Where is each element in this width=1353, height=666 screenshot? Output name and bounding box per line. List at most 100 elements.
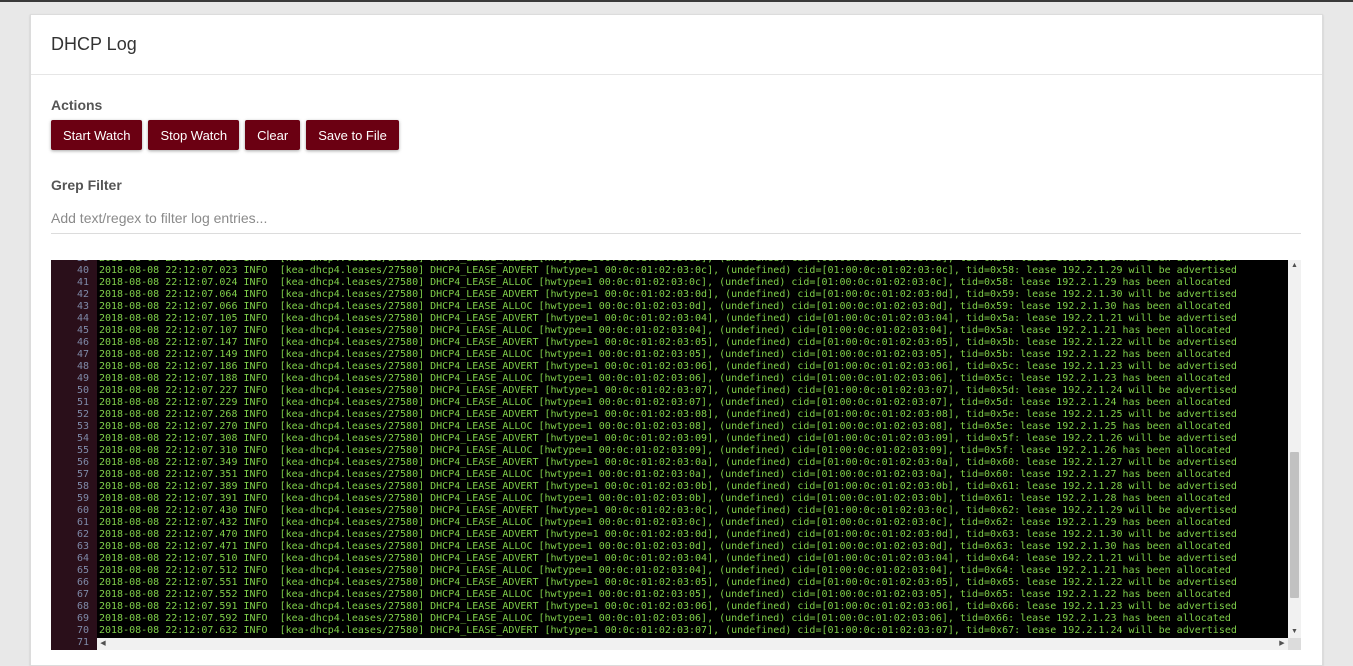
log-entry-text: 2018-08-08 22:12:07.349 INFO [kea-dhcp4.… [99, 457, 1237, 468]
log-entry-text: 2018-08-08 22:12:07.432 INFO [kea-dhcp4.… [99, 517, 1231, 528]
scrollbar-corner [1288, 638, 1301, 650]
log-entry-text: 2018-08-08 22:12:07.268 INFO [kea-dhcp4.… [99, 409, 1237, 420]
line-number: 65 [76, 565, 89, 576]
log-line: 58 2018-08-08 22:12:07.389 INFO [kea-dhcp… [51, 481, 1288, 493]
log-line: 63 2018-08-08 22:12:07.471 INFO [kea-dhcp… [51, 541, 1288, 553]
log-line: 48 2018-08-08 22:12:07.186 INFO [kea-dhcp… [51, 361, 1288, 373]
log-line: 61 2018-08-08 22:12:07.432 INFO [kea-dhcp… [51, 517, 1288, 529]
log-line: 54 2018-08-08 22:12:07.308 INFO [kea-dhcp… [51, 433, 1288, 445]
log-entry-text: 2018-08-08 22:12:07.105 INFO [kea-dhcp4.… [99, 313, 1237, 324]
line-number: 52 [76, 409, 89, 420]
log-line: 66 2018-08-08 22:12:07.551 INFO [kea-dhcp… [51, 577, 1288, 589]
log-line: 69 2018-08-08 22:12:07.592 INFO [kea-dhcp… [51, 613, 1288, 625]
line-number: 63 [76, 541, 89, 552]
line-number: 64 [76, 553, 89, 564]
line-number: 60 [76, 505, 89, 516]
log-entry-text: 2018-08-08 22:12:07.227 INFO [kea-dhcp4.… [99, 385, 1237, 396]
log-entry-text: 2018-08-08 22:12:07.229 INFO [kea-dhcp4.… [99, 397, 1231, 408]
log-entry-text: 2018-08-08 22:12:07.023 INFO [kea-dhcp4.… [99, 265, 1237, 276]
log-line: 60 2018-08-08 22:12:07.430 INFO [kea-dhcp… [51, 505, 1288, 517]
actions-label: Actions [51, 97, 103, 113]
log-entry-text: 2018-08-08 22:12:07.310 INFO [kea-dhcp4.… [99, 445, 1231, 456]
line-number: 50 [76, 385, 89, 396]
line-number: 56 [76, 457, 89, 468]
log-entry-text: 2018-08-08 22:12:07.551 INFO [kea-dhcp4.… [99, 577, 1237, 588]
log-line: 42 2018-08-08 22:12:07.064 INFO [kea-dhcp… [51, 289, 1288, 301]
log-line: 51 2018-08-08 22:12:07.229 INFO [kea-dhcp… [51, 397, 1288, 409]
vertical-scrollbar-thumb[interactable] [1290, 452, 1299, 598]
log-line: 40 2018-08-08 22:12:07.023 INFO [kea-dhcp… [51, 265, 1288, 277]
line-number: 57 [76, 469, 89, 480]
log-line: 70 2018-08-08 22:12:07.632 INFO [kea-dhcp… [51, 625, 1288, 637]
scroll-right-arrow-icon[interactable]: ▶ [1276, 638, 1288, 650]
line-number: 41 [76, 277, 89, 288]
line-number: 49 [76, 373, 89, 384]
log-entry-text: 2018-08-08 22:12:07.470 INFO [kea-dhcp4.… [99, 529, 1237, 540]
log-line: 53 2018-08-08 22:12:07.270 INFO [kea-dhcp… [51, 421, 1288, 433]
line-number: 68 [76, 601, 89, 612]
line-number: 59 [76, 493, 89, 504]
line-number: 69 [76, 613, 89, 624]
line-number: 70 [76, 625, 89, 636]
log-entry-text: 2018-08-08 22:12:07.591 INFO [kea-dhcp4.… [99, 601, 1237, 612]
top-border [0, 0, 1353, 2]
line-number: 46 [76, 337, 89, 348]
line-number: 45 [76, 325, 89, 336]
log-line: 47 2018-08-08 22:12:07.149 INFO [kea-dhcp… [51, 349, 1288, 361]
line-number: 47 [76, 349, 89, 360]
line-number: 55 [76, 445, 89, 456]
horizontal-scrollbar[interactable]: ◀ ▶ [97, 638, 1288, 650]
line-number: 42 [76, 289, 89, 300]
page-title: DHCP Log [51, 34, 137, 54]
line-number: 67 [76, 589, 89, 600]
log-entry-text: 2018-08-08 22:12:07.107 INFO [kea-dhcp4.… [99, 325, 1231, 336]
log-entry-text: 2018-08-08 22:12:07.471 INFO [kea-dhcp4.… [99, 541, 1231, 552]
save-to-file-button[interactable]: Save to File [306, 120, 399, 150]
vertical-scrollbar[interactable]: ▲ ▼ [1288, 260, 1301, 638]
line-number: 61 [76, 517, 89, 528]
line-number: 54 [76, 433, 89, 444]
log-line: 67 2018-08-08 22:12:07.552 INFO [kea-dhcp… [51, 589, 1288, 601]
panel-header: DHCP Log [31, 15, 1322, 75]
log-line: 49 2018-08-08 22:12:07.188 INFO [kea-dhcp… [51, 373, 1288, 385]
log-line: 55 2018-08-08 22:12:07.310 INFO [kea-dhcp… [51, 445, 1288, 457]
log-line: 44 2018-08-08 22:12:07.105 INFO [kea-dhcp… [51, 313, 1288, 325]
log-entry-text: 2018-08-08 22:12:07.592 INFO [kea-dhcp4.… [99, 613, 1231, 624]
grep-filter-label: Grep Filter [51, 177, 122, 193]
log-entry-text: 2018-08-08 22:12:07.512 INFO [kea-dhcp4.… [99, 565, 1231, 576]
log-entry-text: 2018-08-08 22:12:07.389 INFO [kea-dhcp4.… [99, 481, 1237, 492]
grep-filter-input[interactable] [51, 203, 1301, 234]
log-entry-text: 2018-08-08 22:12:07.066 INFO [kea-dhcp4.… [99, 301, 1231, 312]
clear-button[interactable]: Clear [245, 120, 301, 150]
log-entry-text: 2018-08-08 22:12:07.147 INFO [kea-dhcp4.… [99, 337, 1237, 348]
log-entry-text: 2018-08-08 22:12:07.510 INFO [kea-dhcp4.… [99, 553, 1237, 564]
log-entry-text: 2018-08-08 22:12:07.149 INFO [kea-dhcp4.… [99, 349, 1231, 360]
log-entry-text: 2018-08-08 22:12:07.024 INFO [kea-dhcp4.… [99, 277, 1231, 288]
line-number: 71 [76, 637, 89, 648]
line-number: 40 [76, 265, 89, 276]
log-line: 68 2018-08-08 22:12:07.591 INFO [kea-dhcp… [51, 601, 1288, 613]
log-line: 57 2018-08-08 22:12:07.351 INFO [kea-dhcp… [51, 469, 1288, 481]
line-number: 62 [76, 529, 89, 540]
line-number: 43 [76, 301, 89, 312]
scroll-down-arrow-icon[interactable]: ▼ [1288, 626, 1301, 638]
stop-watch-button[interactable]: Stop Watch [148, 120, 240, 150]
log-entry-text: 2018-08-08 22:12:07.351 INFO [kea-dhcp4.… [99, 469, 1231, 480]
log-entry-text: 2018-08-08 22:12:07.552 INFO [kea-dhcp4.… [99, 589, 1231, 600]
log-entry-text: 2018-08-08 22:12:07.064 INFO [kea-dhcp4.… [99, 289, 1237, 300]
scroll-left-arrow-icon[interactable]: ◀ [97, 638, 109, 650]
log-line: 56 2018-08-08 22:12:07.349 INFO [kea-dhcp… [51, 457, 1288, 469]
log-viewer[interactable]: 392018-08-08 22:12:06.983 INFO [kea-dhcp… [51, 260, 1301, 650]
log-line: 65 2018-08-08 22:12:07.512 INFO [kea-dhcp… [51, 565, 1288, 577]
log-entry-text: 2018-08-08 22:12:07.188 INFO [kea-dhcp4.… [99, 373, 1231, 384]
start-watch-button[interactable]: Start Watch [51, 120, 143, 150]
log-line: 50 2018-08-08 22:12:07.227 INFO [kea-dhcp… [51, 385, 1288, 397]
log-line: 45 2018-08-08 22:12:07.107 INFO [kea-dhcp… [51, 325, 1288, 337]
log-line: 46 2018-08-08 22:12:07.147 INFO [kea-dhcp… [51, 337, 1288, 349]
log-lines: 392018-08-08 22:12:06.983 INFO [kea-dhcp… [51, 260, 1288, 649]
log-entry-text: 2018-08-08 22:12:07.270 INFO [kea-dhcp4.… [99, 421, 1231, 432]
line-number: 48 [76, 361, 89, 372]
log-line: 43 2018-08-08 22:12:07.066 INFO [kea-dhcp… [51, 301, 1288, 313]
line-number: 51 [76, 397, 89, 408]
scroll-up-arrow-icon[interactable]: ▲ [1288, 260, 1301, 272]
